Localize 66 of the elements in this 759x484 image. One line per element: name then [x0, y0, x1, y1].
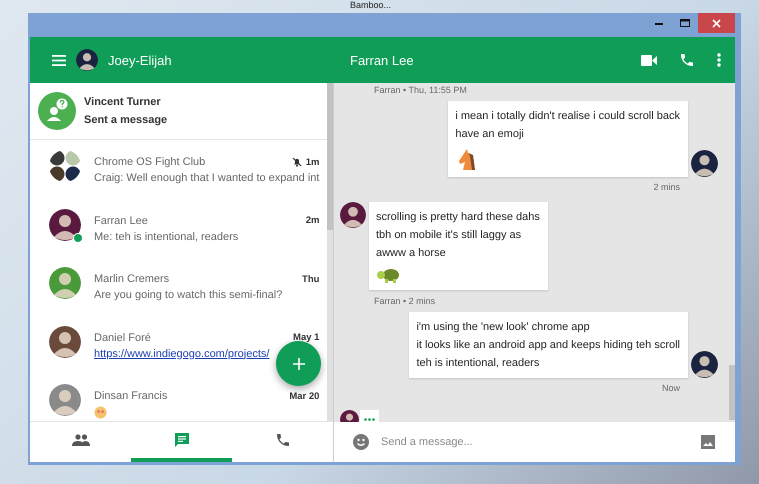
conversation-item[interactable]: Dinsan Francis Mar 20: [30, 382, 328, 421]
avatar-icon: [49, 208, 81, 240]
menu-icon[interactable]: [52, 54, 66, 66]
emoji-icon: [94, 406, 107, 419]
message-time: May 1: [293, 332, 320, 343]
avatar-icon: [49, 384, 81, 416]
message-time: 2 mins: [652, 182, 681, 192]
user-name: Joey-Elijah: [108, 52, 172, 68]
close-icon: [712, 18, 721, 28]
emoji-icon[interactable]: [353, 434, 369, 450]
conversation-item[interactable]: Marlin Cremers Thu Are you going to watch this semi-final?: [30, 265, 328, 324]
chat-icon: [174, 432, 190, 448]
minimize-icon: [655, 22, 663, 24]
message-preview: Are you going to watch this semi-final?: [94, 289, 282, 301]
avatar-icon: [49, 326, 81, 358]
message-text: teh is intentional, readers: [416, 356, 540, 371]
phone-icon: [274, 432, 290, 448]
contact-name: Chrome OS Fight Club: [94, 156, 206, 168]
avatar-icon: [340, 202, 366, 228]
message-time: Now: [660, 383, 681, 393]
message-text: i'm using the 'new look' chrome app: [416, 320, 591, 335]
message-time: 2m: [306, 215, 320, 226]
desktop-icon-label: Bamboo...: [350, 0, 392, 10]
contact-name: Daniel Foré: [94, 332, 152, 344]
turtle-icon: [376, 266, 400, 284]
maximize-icon: [680, 19, 690, 27]
message-input[interactable]: Send a message...: [379, 435, 691, 449]
conversation-title: Farran Lee: [350, 52, 415, 68]
unknown-contact-icon: [38, 92, 76, 130]
conversation-item[interactable]: Farran Lee 2m Me: teh is intentional, readers: [30, 206, 328, 265]
contact-name: Vincent Turner: [84, 96, 162, 108]
message-time: Mar 20: [289, 390, 320, 402]
message-text: scrolling is pretty hard these dahs: [376, 210, 540, 225]
close-button[interactable]: [698, 13, 735, 33]
conversation-item[interactable]: Chrome OS Fight Club 1m Craig: Well enough that I wanted to expand int: [30, 148, 328, 206]
more-icon[interactable]: [717, 53, 721, 67]
plus-icon: [292, 358, 304, 370]
message-text: it looks like an android app and keeps hiding teh scroll: [416, 338, 680, 353]
image-icon[interactable]: [701, 435, 715, 449]
sender-info: Farran • 2 mins: [373, 296, 436, 306]
conversation-item[interactable]: Daniel Foré May 1 https://www.indiegogo.com/projects/: [30, 324, 328, 382]
people-icon: [72, 434, 90, 446]
message-text: awww a horse: [376, 246, 447, 261]
message-preview: Me: teh is intentional, readers: [94, 230, 238, 242]
compose-bar[interactable]: Send a message...: [334, 422, 735, 462]
message-text: have an emoji: [455, 127, 525, 142]
avatar-icon: [691, 150, 718, 177]
scrollbar[interactable]: [327, 83, 333, 421]
contact-name: Farran Lee: [94, 214, 149, 226]
new-conversation-button[interactable]: [276, 341, 321, 386]
avatar-icon: [49, 267, 81, 299]
avatar-icon: [76, 49, 98, 71]
message-link[interactable]: https://www.indiegogo.com/projects/: [94, 348, 270, 360]
message-time: Thu: [302, 274, 320, 284]
avatar-icon: [691, 351, 718, 378]
video-call-icon[interactable]: [641, 54, 657, 66]
message-preview: Craig: Well enough that I wanted to expand int: [94, 172, 320, 184]
message-text: i mean i totally didn't realise i could scroll back: [455, 109, 680, 124]
contact-name: Dinsan Francis: [94, 390, 168, 402]
contact-name: Marlin Cremers: [94, 273, 170, 285]
group-avatar-icon: [49, 150, 81, 182]
message-text: tbh on mobile it's still laggy as: [376, 228, 522, 243]
notification-text: Sent a message: [84, 114, 168, 126]
sender-info: Farran • Thu, 11:55 PM: [373, 85, 468, 95]
phone-icon[interactable]: [679, 52, 695, 68]
message-time: 1m: [306, 156, 320, 168]
